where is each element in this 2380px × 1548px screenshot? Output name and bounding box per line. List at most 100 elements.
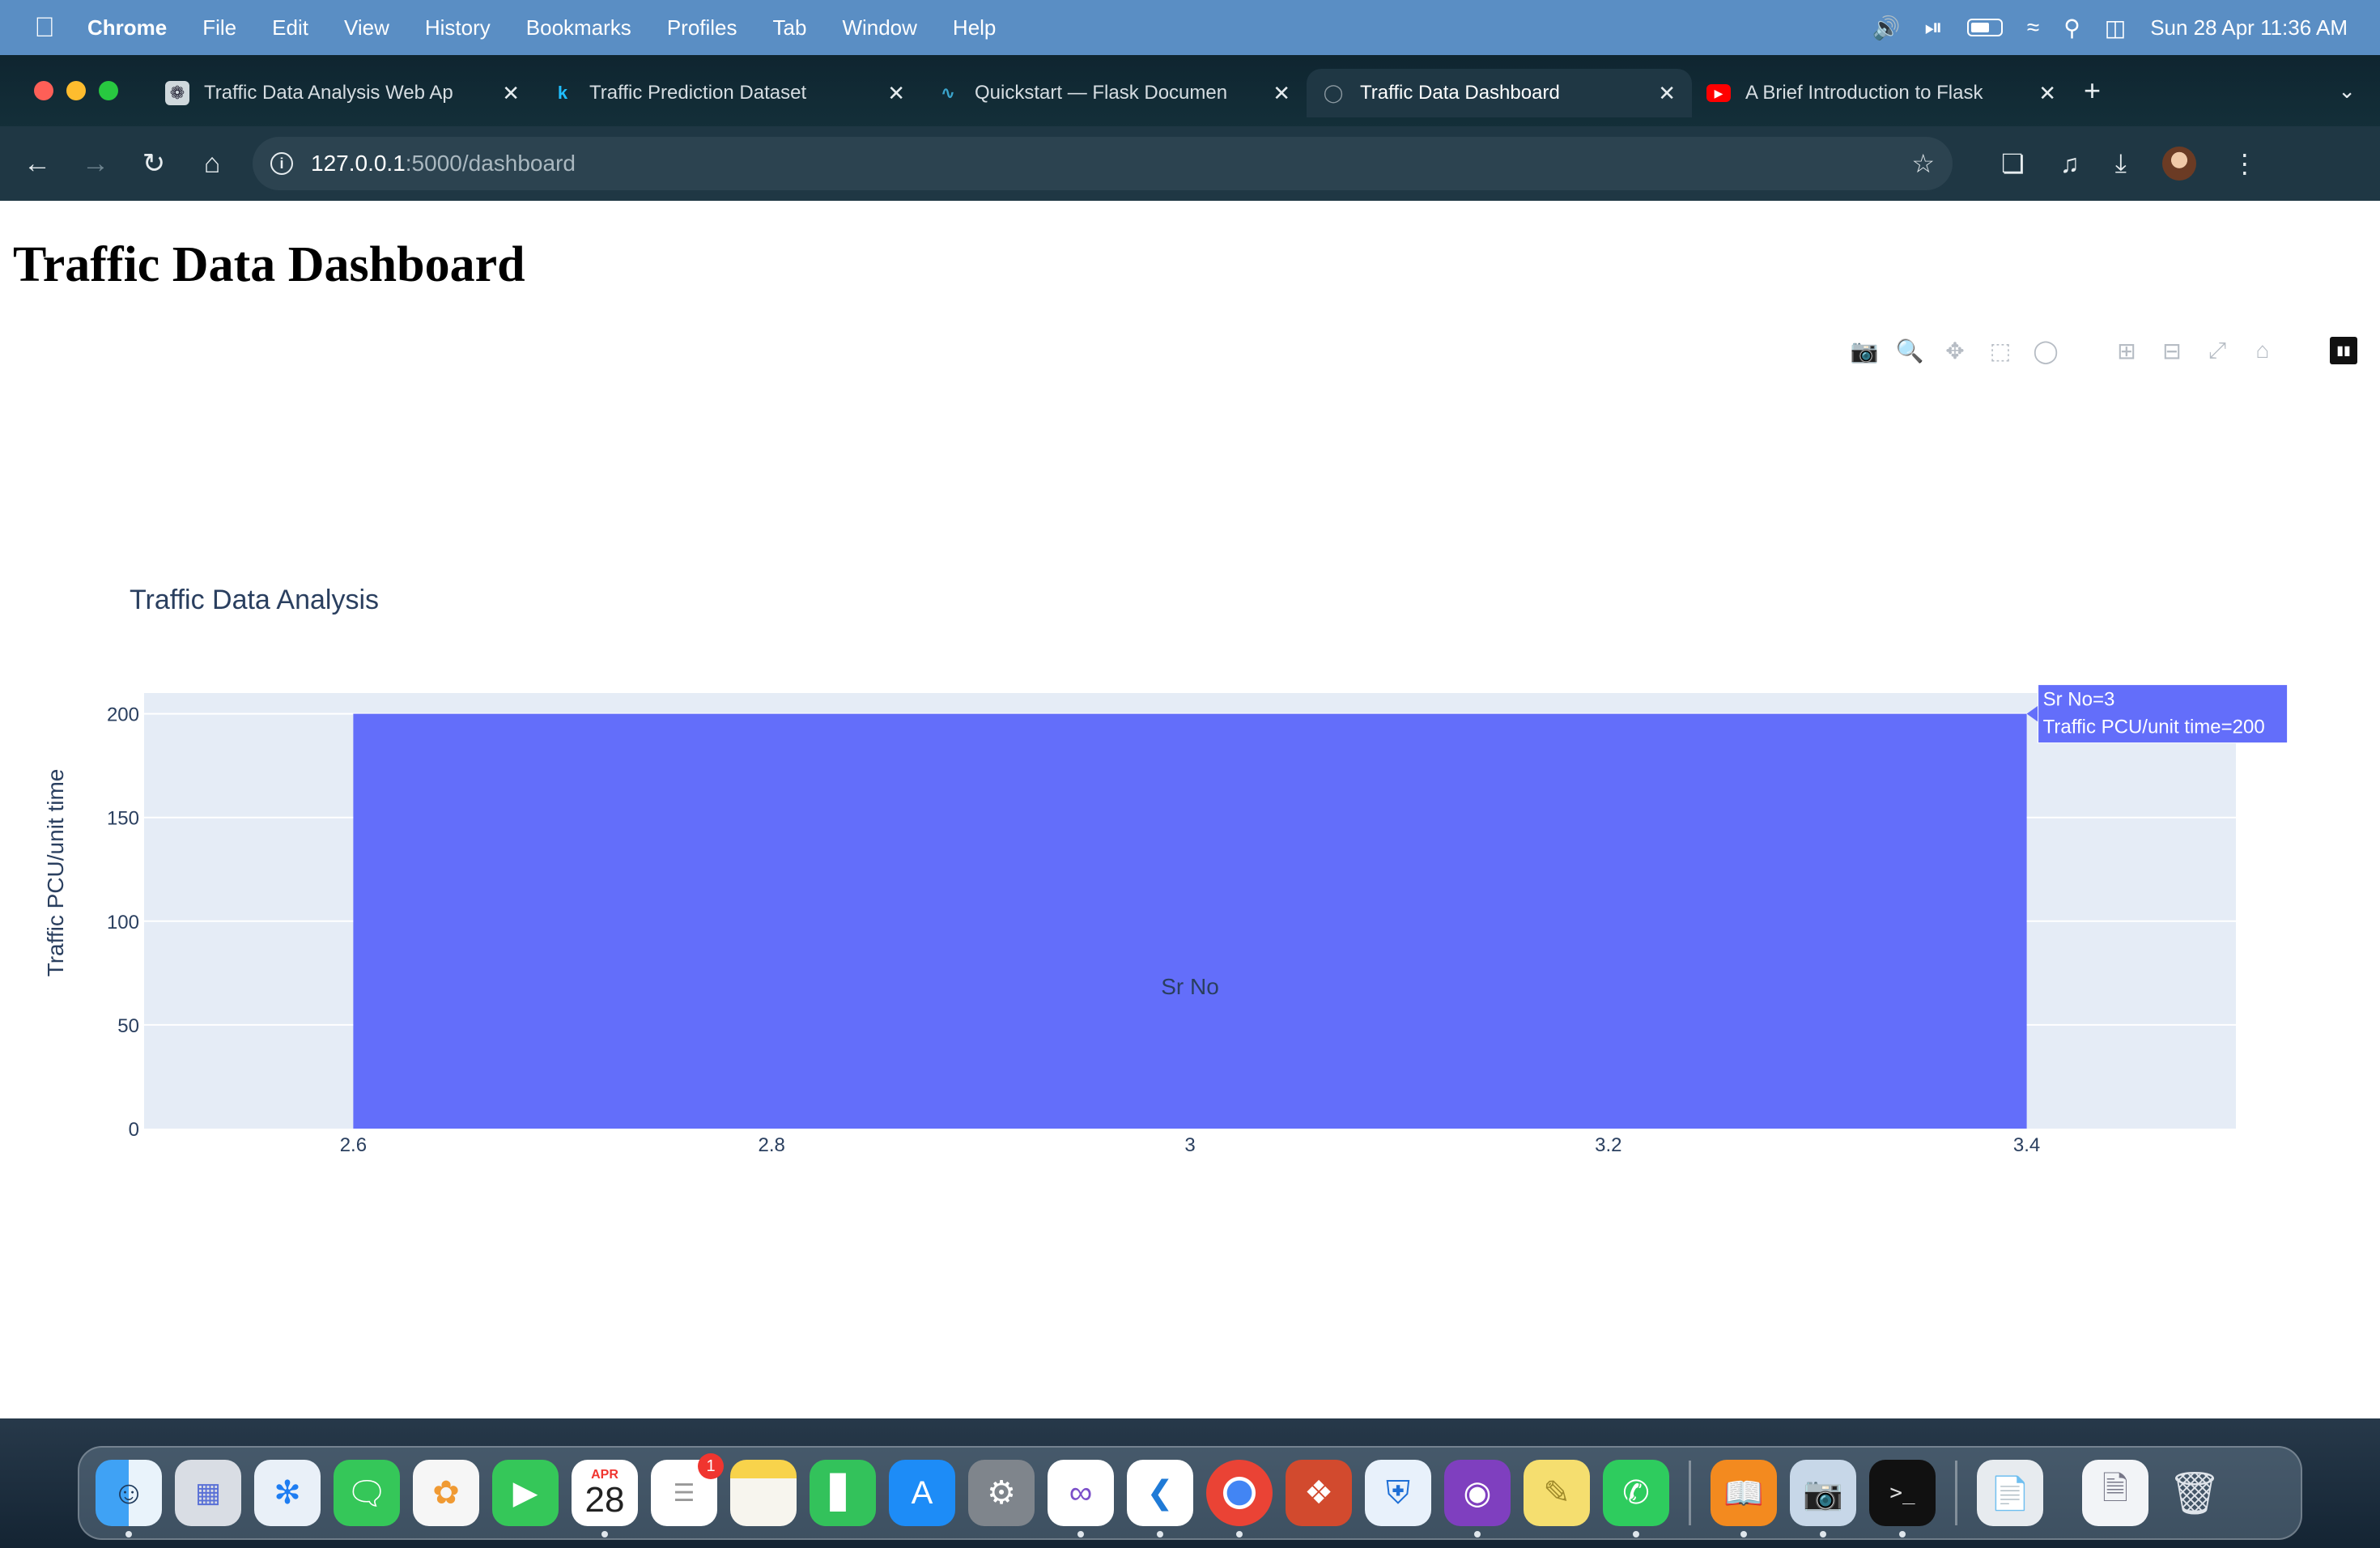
bookmark-star-icon[interactable]: ☆ [1911, 148, 1935, 179]
y-tick-label: 50 [117, 1015, 139, 1037]
home-icon[interactable]: ⌂ [183, 148, 241, 180]
download-icon[interactable]: ⤓ [2115, 148, 2127, 179]
finder-icon[interactable]: ☺ [96, 1460, 162, 1537]
close-window-button[interactable] [34, 81, 53, 100]
flask-icon: ∿ [940, 83, 956, 103]
bar[interactable] [353, 713, 2027, 1129]
autoscale-icon[interactable]: ⤢ [2204, 337, 2231, 364]
site-info-icon[interactable]: i [270, 152, 293, 175]
battery-icon[interactable] [1966, 19, 2003, 36]
url-path: :5000/dashboard [405, 151, 576, 176]
reminders-badge: 1 [698, 1453, 724, 1479]
visual-studio-icon[interactable]: ∞ [1048, 1460, 1114, 1537]
menubar-clock[interactable]: Sun 28 Apr 11:36 AM [2150, 15, 2348, 40]
pan-icon[interactable]: ✥ [1941, 337, 1969, 364]
menu-help[interactable]: Help [953, 15, 996, 40]
y-axis-label: Traffic PCU/unit time [43, 769, 68, 977]
vscode-icon[interactable]: ❮ [1127, 1460, 1193, 1537]
documents-folder-icon[interactable]: 📄 [1977, 1460, 2043, 1526]
x-axis-label: Sr No [1161, 974, 1219, 999]
github-desktop-icon[interactable]: ◉ [1444, 1460, 1511, 1537]
app-store-icon[interactable]: A [889, 1460, 955, 1526]
menu-bookmarks[interactable]: Bookmarks [526, 15, 631, 40]
remote-desktop-icon[interactable]: ❖ [1286, 1460, 1352, 1526]
menu-view[interactable]: View [344, 15, 389, 40]
launchpad-icon[interactable]: ▦ [175, 1460, 241, 1526]
numbers-icon[interactable]: ▋ [810, 1460, 876, 1526]
notes-icon[interactable] [730, 1460, 797, 1526]
menu-window[interactable]: Window [842, 15, 916, 40]
close-tab-icon[interactable]: ✕ [1658, 81, 1676, 106]
zoom-out-icon[interactable]: ⊟ [2158, 337, 2186, 364]
x-tick-label: 2.6 [340, 1134, 367, 1156]
hover-tooltip-line: Sr No=3 [2043, 689, 2115, 711]
web-page: Traffic Data Dashboard 📷 🔍 ✥ ⬚ ◯ ⊞ ⊟ ⤢ ⌂… [0, 201, 2380, 1418]
sql-icon[interactable]: ⛨ [1365, 1460, 1431, 1526]
new-tab-button[interactable]: + [2084, 74, 2101, 108]
lasso-select-icon[interactable]: ◯ [2032, 337, 2059, 364]
tab-search-chevron-icon[interactable]: ⌄ [2338, 79, 2356, 104]
y-tick-label: 200 [107, 704, 139, 726]
globe-icon: ◯ [1323, 83, 1344, 103]
photos-icon[interactable]: ✿ [413, 1460, 479, 1526]
spotlight-search-icon[interactable]: ⚲ [2063, 15, 2080, 41]
box-select-icon[interactable]: ⬚ [1987, 337, 2014, 364]
minimize-window-button[interactable] [66, 81, 86, 100]
system-settings-icon[interactable]: ⚙ [968, 1460, 1035, 1526]
chrome-icon[interactable] [1206, 1460, 1273, 1537]
calendar-icon[interactable]: APR 28 [572, 1460, 638, 1537]
openai-icon: ❁ [165, 81, 189, 105]
whatsapp-icon[interactable]: ✆ [1603, 1460, 1669, 1537]
menu-edit[interactable]: Edit [272, 15, 308, 40]
reminders-icon[interactable]: ☰ 1 [651, 1453, 724, 1526]
safari-icon[interactable]: ✻ [254, 1460, 321, 1526]
now-playing-icon[interactable]: ⏯ [1924, 15, 1942, 41]
forward-arrow-icon[interactable]: → [66, 148, 125, 180]
address-bar[interactable]: i 127.0.0.1 :5000/dashboard ☆ [253, 137, 1953, 190]
y-tick-label: 0 [129, 1119, 139, 1141]
books-icon[interactable]: 📖 [1711, 1460, 1777, 1537]
menu-file[interactable]: File [202, 15, 236, 40]
zoom-icon[interactable]: 🔍 [1896, 337, 1924, 364]
close-tab-icon[interactable]: ✕ [887, 81, 905, 106]
tab-flask-quickstart[interactable]: ∿ Quickstart — Flask Documen ✕ [921, 69, 1307, 117]
messages-icon[interactable]: 🗨 [334, 1460, 400, 1526]
control-center-icon[interactable]: ◫ [2105, 15, 2126, 41]
terminal-icon[interactable]: >_ [1869, 1460, 1936, 1537]
preview-icon[interactable]: 📷 [1790, 1460, 1856, 1537]
menu-profiles[interactable]: Profiles [667, 15, 737, 40]
chrome-menu-icon[interactable]: ⋮ [2232, 148, 2258, 179]
close-tab-icon[interactable]: ✕ [2038, 81, 2056, 106]
back-arrow-icon[interactable]: ← [8, 148, 66, 180]
reset-axes-icon[interactable]: ⌂ [2249, 337, 2276, 364]
tab-traffic-prediction-dataset[interactable]: k Traffic Prediction Dataset ✕ [536, 69, 921, 117]
reload-icon[interactable]: ↻ [125, 147, 183, 180]
extensions-icon[interactable]: ❏ [2001, 148, 2025, 179]
wifi-icon[interactable]: ≈ [2027, 15, 2039, 40]
downloads-stack-icon[interactable]: 🗎 [2082, 1460, 2148, 1526]
facetime-icon[interactable]: ▶ [492, 1460, 559, 1526]
tab-traffic-data-dashboard[interactable]: ◯ Traffic Data Dashboard ✕ [1307, 69, 1692, 117]
zoom-window-button[interactable] [99, 81, 118, 100]
profile-avatar[interactable] [2161, 147, 2196, 181]
plotly-logo-icon[interactable]: ▮▮ [2330, 337, 2357, 364]
tab-title: Quickstart — Flask Documen [975, 82, 1228, 104]
close-tab-icon[interactable]: ✕ [1273, 81, 1290, 106]
browser-toolbar: ← → ↻ ⌂ i 127.0.0.1 :5000/dashboard ☆ ❏ … [0, 126, 2380, 201]
zoom-in-icon[interactable]: ⊞ [2113, 337, 2140, 364]
apple-menu-icon[interactable]:  [32, 12, 57, 44]
trash-icon[interactable]: 🗑 [2161, 1460, 2228, 1526]
browser-chrome: ❁ Traffic Data Analysis Web Ap ✕ k Traff… [0, 55, 2380, 201]
menu-app-name[interactable]: Chrome [87, 15, 167, 40]
stickies-icon[interactable]: ✎ [1524, 1460, 1590, 1526]
camera-icon[interactable]: 📷 [1851, 337, 1879, 364]
x-tick-label: 2.8 [759, 1134, 785, 1156]
volume-icon[interactable]: 🔊 [1872, 15, 1901, 41]
close-tab-icon[interactable]: ✕ [502, 81, 520, 106]
chart-title: Traffic Data Analysis [130, 585, 379, 615]
menu-tab[interactable]: Tab [773, 15, 807, 40]
media-controls-icon[interactable]: ♫ [2060, 149, 2080, 179]
tab-traffic-data-analysis[interactable]: ❁ Traffic Data Analysis Web Ap ✕ [151, 69, 536, 117]
tab-flask-introduction[interactable]: ▶ A Brief Introduction to Flask ✕ [1692, 69, 2072, 117]
menu-history[interactable]: History [425, 15, 491, 40]
